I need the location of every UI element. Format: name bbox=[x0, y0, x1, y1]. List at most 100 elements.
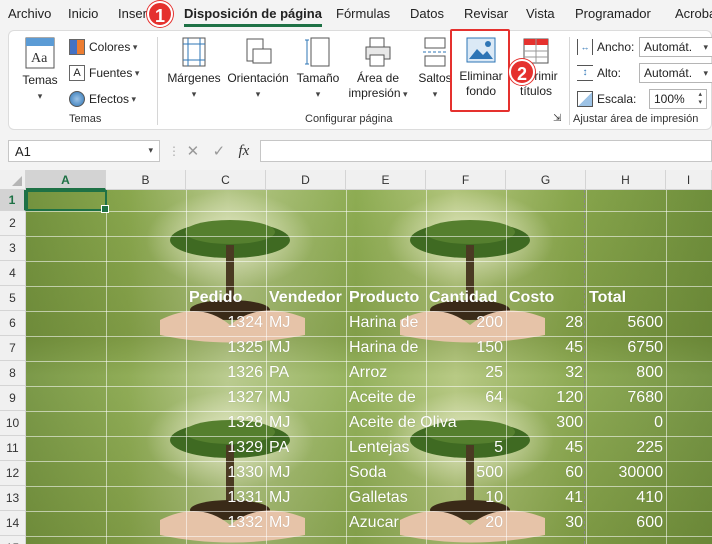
table-cell-pedido[interactable]: 1330 bbox=[186, 464, 266, 482]
row-header-6[interactable]: 6 bbox=[0, 311, 26, 336]
table-cell-vendedor[interactable]: MJ bbox=[266, 414, 346, 432]
table-header-total[interactable]: Total bbox=[586, 289, 666, 307]
tab-inicio[interactable]: Inicio bbox=[68, 6, 98, 21]
row-header-2[interactable]: 2 bbox=[0, 211, 26, 236]
tab-formulas[interactable]: Fórmulas bbox=[336, 6, 390, 21]
worksheet-grid[interactable]: A B C D E F G H I 123456789101112131415 … bbox=[0, 170, 712, 544]
insert-function-icon[interactable]: fx bbox=[238, 143, 249, 160]
table-cell-producto[interactable]: Lentejas bbox=[346, 439, 426, 457]
row-header-13[interactable]: 13 bbox=[0, 486, 26, 511]
table-cell-cantidad[interactable]: 10 bbox=[426, 489, 506, 507]
dialog-launcher-icon[interactable]: ⇲ bbox=[553, 113, 561, 124]
tab-acrobat[interactable]: Acroba bbox=[675, 6, 712, 21]
table-cell-pedido[interactable]: 1332 bbox=[186, 514, 266, 532]
table-cell-total[interactable]: 410 bbox=[586, 489, 666, 507]
formula-input[interactable] bbox=[260, 140, 712, 162]
table-cell-cantidad[interactable]: 20 bbox=[426, 514, 506, 532]
table-cell-total[interactable]: 600 bbox=[586, 514, 666, 532]
table-cell-costo[interactable]: 120 bbox=[506, 389, 586, 407]
ancho-dropdown[interactable]: Automát. ▾ bbox=[639, 37, 712, 57]
table-cell-pedido[interactable]: 1325 bbox=[186, 339, 266, 357]
table-header-producto[interactable]: Producto bbox=[346, 289, 426, 307]
row-header-12[interactable]: 12 bbox=[0, 461, 26, 486]
row-header-11[interactable]: 11 bbox=[0, 436, 26, 461]
table-cell-costo[interactable]: 300 bbox=[506, 414, 586, 432]
column-header-a[interactable]: A bbox=[26, 170, 106, 190]
table-header-costo[interactable]: Costo bbox=[506, 289, 586, 307]
orientacion-button[interactable]: Orientación ▾ bbox=[225, 37, 291, 102]
column-header-g[interactable]: G bbox=[506, 170, 586, 190]
area-impresion-button[interactable]: Área de impresión ▾ bbox=[345, 37, 411, 102]
row-header-14[interactable]: 14 bbox=[0, 511, 26, 536]
table-cell-vendedor[interactable]: PA bbox=[266, 439, 346, 457]
table-cell-vendedor[interactable]: MJ bbox=[266, 514, 346, 532]
table-cell-cantidad[interactable]: 25 bbox=[426, 364, 506, 382]
table-cell-producto[interactable]: Arroz bbox=[346, 364, 426, 382]
table-cell-vendedor[interactable]: MJ bbox=[266, 339, 346, 357]
table-cell-producto[interactable]: Aceite de bbox=[346, 389, 426, 407]
colores-button[interactable]: Colores ▾ bbox=[69, 39, 137, 55]
table-cell-producto[interactable]: Harina de bbox=[346, 314, 426, 332]
select-all-corner[interactable] bbox=[0, 170, 26, 190]
margenes-button[interactable]: Márgenes ▾ bbox=[165, 37, 223, 102]
table-cell-cantidad[interactable]: 150 bbox=[426, 339, 506, 357]
table-cell-cantidad[interactable]: 64 bbox=[426, 389, 506, 407]
row-header-15[interactable]: 15 bbox=[0, 536, 26, 544]
enter-icon[interactable]: ✓ bbox=[213, 142, 226, 160]
escala-spinner[interactable]: 100% ▴ ▾ bbox=[649, 89, 707, 109]
table-cell-total[interactable]: 30000 bbox=[586, 464, 666, 482]
table-cell-costo[interactable]: 41 bbox=[506, 489, 586, 507]
fuentes-button[interactable]: A Fuentes ▾ bbox=[69, 65, 139, 81]
table-cell-total[interactable]: 800 bbox=[586, 364, 666, 382]
column-header-i[interactable]: I bbox=[666, 170, 712, 190]
chevron-down-icon[interactable]: ▾ bbox=[148, 145, 153, 156]
row-header-9[interactable]: 9 bbox=[0, 386, 26, 411]
column-header-c[interactable]: C bbox=[186, 170, 266, 190]
table-cell-vendedor[interactable]: MJ bbox=[266, 314, 346, 332]
alto-dropdown[interactable]: Automát. ▾ bbox=[639, 63, 712, 83]
table-cell-total[interactable]: 225 bbox=[586, 439, 666, 457]
table-cell-total[interactable]: 5600 bbox=[586, 314, 666, 332]
table-cell-vendedor[interactable]: MJ bbox=[266, 389, 346, 407]
table-cell-pedido[interactable]: 1324 bbox=[186, 314, 266, 332]
tab-disposicion-de-pagina[interactable]: Disposición de página bbox=[184, 6, 322, 27]
table-cell-costo[interactable]: 30 bbox=[506, 514, 586, 532]
tab-programador[interactable]: Programador bbox=[575, 6, 651, 21]
table-cell-producto[interactable]: Azucar bbox=[346, 514, 426, 532]
row-header-10[interactable]: 10 bbox=[0, 411, 26, 436]
table-cell-cantidad[interactable]: 200 bbox=[426, 314, 506, 332]
table-cell-vendedor[interactable]: MJ bbox=[266, 464, 346, 482]
tab-datos[interactable]: Datos bbox=[410, 6, 444, 21]
table-cell-costo[interactable]: 28 bbox=[506, 314, 586, 332]
tab-revisar[interactable]: Revisar bbox=[464, 6, 508, 21]
tab-vista[interactable]: Vista bbox=[526, 6, 555, 21]
table-cell-pedido[interactable]: 1326 bbox=[186, 364, 266, 382]
tab-insertar[interactable]: Inser bbox=[118, 6, 147, 21]
table-cell-producto[interactable]: Harina de bbox=[346, 339, 426, 357]
table-cell-total[interactable]: 7680 bbox=[586, 389, 666, 407]
table-cell-cantidad[interactable]: 5 bbox=[426, 439, 506, 457]
table-cell-producto[interactable]: Aceite de Oliva bbox=[346, 414, 476, 432]
table-cell-total[interactable]: 0 bbox=[586, 414, 666, 432]
table-cell-producto[interactable]: Soda bbox=[346, 464, 426, 482]
column-header-b[interactable]: B bbox=[106, 170, 186, 190]
name-box[interactable]: A1 ▾ bbox=[8, 140, 160, 162]
row-header-8[interactable]: 8 bbox=[0, 361, 26, 386]
row-header-3[interactable]: 3 bbox=[0, 236, 26, 261]
spinner-arrows-icon[interactable]: ▴ ▾ bbox=[698, 91, 702, 107]
column-header-f[interactable]: F bbox=[426, 170, 506, 190]
table-cell-vendedor[interactable]: MJ bbox=[266, 489, 346, 507]
cancel-icon[interactable]: ✕ bbox=[187, 142, 200, 160]
row-header-1[interactable]: 1 bbox=[0, 190, 26, 211]
table-cell-producto[interactable]: Galletas bbox=[346, 489, 426, 507]
table-cell-pedido[interactable]: 1329 bbox=[186, 439, 266, 457]
table-cell-costo[interactable]: 60 bbox=[506, 464, 586, 482]
column-header-h[interactable]: H bbox=[586, 170, 666, 190]
row-header-5[interactable]: 5 bbox=[0, 286, 26, 311]
column-header-d[interactable]: D bbox=[266, 170, 346, 190]
table-cell-pedido[interactable]: 1331 bbox=[186, 489, 266, 507]
table-header-pedido[interactable]: Pedido bbox=[186, 289, 266, 307]
temas-button[interactable]: Aa Temas ▾ bbox=[19, 37, 61, 104]
table-cell-total[interactable]: 6750 bbox=[586, 339, 666, 357]
table-header-cantidad[interactable]: Cantidad bbox=[426, 289, 506, 307]
